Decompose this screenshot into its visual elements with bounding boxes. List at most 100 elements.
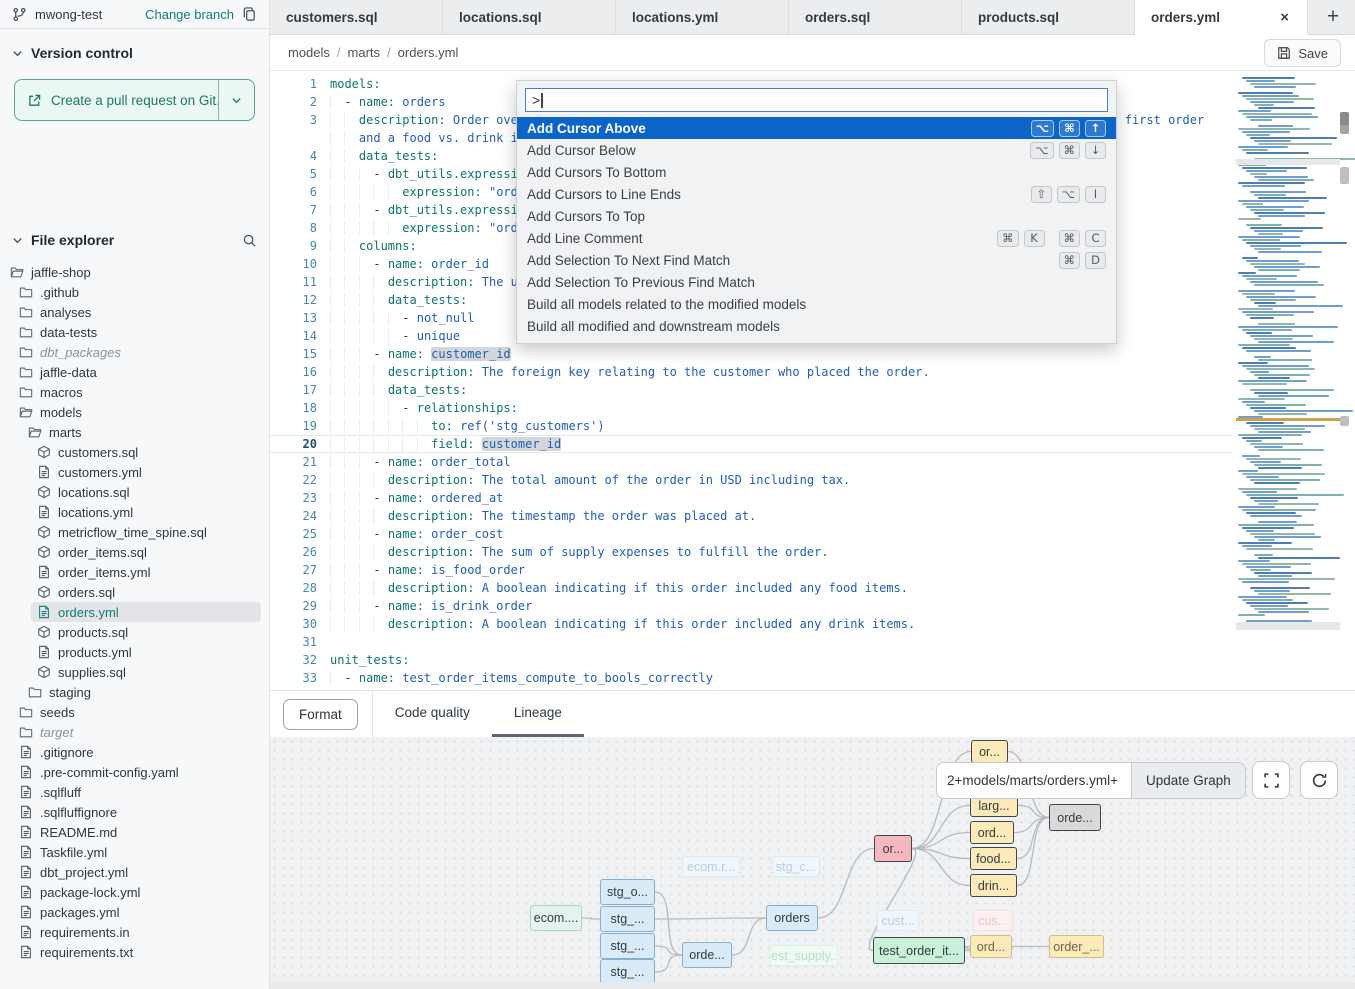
lineage-node-cus[interactable]: cus... [973,910,1013,931]
minimap-scrollbar-thumb[interactable] [1340,416,1349,426]
file-item-marts[interactable]: marts [0,422,269,442]
copy-icon[interactable] [242,7,257,22]
file-item-staging[interactable]: staging [0,682,269,702]
file-item-supplies.sql[interactable]: supplies.sql [0,662,269,682]
file-item-locations.yml[interactable]: locations.yml [0,502,269,522]
code-line[interactable]: 21 - name: order_total [270,453,1232,471]
breadcrumb-item-orders.yml[interactable]: orders.yml [398,45,459,60]
palette-item[interactable]: Add Selection To Next Find Match⌘D [517,249,1116,271]
code-line[interactable]: 33 - name: test_order_items_compute_to_b… [270,669,1232,687]
lineage-node-stg_[interactable]: stg_... [600,933,655,959]
lineage-node-food[interactable]: food... [970,847,1017,870]
lineage-node-test_supply[interactable]: test_supply... [770,945,838,966]
file-item-order_items.sql[interactable]: order_items.sql [0,542,269,562]
file-item-locations.sql[interactable]: locations.sql [0,482,269,502]
palette-item[interactable]: Add Cursor Above⌥⌘↑ [517,117,1116,139]
lineage-node-or[interactable]: or... [874,835,912,862]
code-line[interactable]: 24 description: The timestamp the order … [270,507,1232,525]
palette-item[interactable]: Build all modified and downstream models [517,315,1116,337]
file-item-analyses[interactable]: analyses [0,302,269,322]
lineage-node-orde[interactable]: orde... [1049,804,1101,831]
code-line[interactable]: 20 field: customer_id [270,435,1232,453]
tab-products.sql[interactable]: products.sql [962,0,1135,35]
close-tab-icon[interactable]: × [1278,9,1291,26]
file-item-jaffle-shop[interactable]: jaffle-shop [0,262,269,282]
file-item-seeds[interactable]: seeds [0,702,269,722]
horizontal-scrollbar[interactable] [270,982,1355,989]
bottom-tab-code-quality[interactable]: Code quality [373,691,492,737]
palette-item[interactable]: Add Selection To Previous Find Match [517,271,1116,293]
file-item-requirements.txt[interactable]: requirements.txt [0,942,269,962]
file-item-package-lock.yml[interactable]: package-lock.yml [0,882,269,902]
file-item-customers.yml[interactable]: customers.yml [0,462,269,482]
bottom-tab-lineage[interactable]: Lineage [492,691,584,737]
file-item-orders.sql[interactable]: orders.sql [0,582,269,602]
lineage-node-stg_o[interactable]: stg_o... [600,879,655,905]
file-item-dbt_project.yml[interactable]: dbt_project.yml [0,862,269,882]
file-item-dbt_packages[interactable]: dbt_packages [0,342,269,362]
lineage-selector-input[interactable] [937,763,1131,798]
file-item-.sqlfluff[interactable]: .sqlfluff [0,782,269,802]
code-line[interactable]: 31 [270,633,1232,651]
refresh-button[interactable] [1300,761,1338,799]
search-icon[interactable] [242,233,257,248]
code-line[interactable]: 15 - name: customer_id [270,345,1232,363]
file-item-requirements.in[interactable]: requirements.in [0,922,269,942]
file-item-packages.yml[interactable]: packages.yml [0,902,269,922]
minimap-scrollbar-thumb[interactable] [1340,125,1349,134]
code-line[interactable]: 23 - name: ordered_at [270,489,1232,507]
palette-item[interactable]: Build all models related to the modified… [517,293,1116,315]
tab-locations.yml[interactable]: locations.yml [616,0,789,35]
lineage-node-ord[interactable]: ord... [970,821,1014,844]
update-graph-button[interactable]: Update Graph [1131,763,1245,798]
file-explorer-header[interactable]: File explorer [0,218,269,258]
file-item-target[interactable]: target [0,722,269,742]
tab-orders.sql[interactable]: orders.sql [789,0,962,35]
palette-item[interactable]: Add Cursors To Top [517,205,1116,227]
code-line[interactable]: 17 data_tests: [270,381,1232,399]
file-item-products.yml[interactable]: products.yml [0,642,269,662]
lineage-node-ord[interactable]: ord... [970,935,1012,958]
file-item-customers.sql[interactable]: customers.sql [0,442,269,462]
command-palette-input[interactable]: > [525,88,1108,112]
palette-item[interactable]: Add Cursor Below⌥⌘↓ [517,139,1116,161]
code-line[interactable]: 18 - relationships: [270,399,1232,417]
file-item-orders.yml[interactable]: orders.yml [0,602,269,622]
lineage-node-or[interactable]: or... [971,740,1008,763]
minimap[interactable] [1234,71,1355,690]
breadcrumb-item-marts[interactable]: marts [348,45,381,60]
file-item-.github[interactable]: .github [0,282,269,302]
lineage-node-stg_c[interactable]: stg_c... [772,856,820,877]
lineage-node-order_[interactable]: order_... [1049,935,1104,958]
code-line[interactable]: 32unit_tests: [270,651,1232,669]
file-item-products.sql[interactable]: products.sql [0,622,269,642]
file-item-macros[interactable]: macros [0,382,269,402]
change-branch-link[interactable]: Change branch [145,7,234,22]
file-item-.pre-commit-config.yaml[interactable]: .pre-commit-config.yaml [0,762,269,782]
palette-item[interactable]: Add Line Comment⌘K⌘C [517,227,1116,249]
file-item-.gitignore[interactable]: .gitignore [0,742,269,762]
tab-orders.yml[interactable]: orders.yml× [1135,0,1308,35]
code-line[interactable]: 28 description: A boolean indicating if … [270,579,1232,597]
file-item-jaffle-data[interactable]: jaffle-data [0,362,269,382]
code-line[interactable]: 22 description: The total amount of the … [270,471,1232,489]
breadcrumb-item-models[interactable]: models [288,45,330,60]
file-item-README.md[interactable]: README.md [0,822,269,842]
lineage-node-ecom[interactable]: ecom.... [530,905,582,931]
code-line[interactable]: 16 description: The foreign key relating… [270,363,1232,381]
lineage-node-test_order_it[interactable]: test_order_it... [873,937,965,964]
lineage-node-drin[interactable]: drin... [970,874,1017,897]
save-button[interactable]: Save [1264,39,1341,67]
file-item-.sqlfluffignore[interactable]: .sqlfluffignore [0,802,269,822]
file-item-metricflow_time_spine.sql[interactable]: metricflow_time_spine.sql [0,522,269,542]
minimap-scrollbar-thumb[interactable] [1340,167,1349,184]
code-line[interactable]: 30 description: A boolean indicating if … [270,615,1232,633]
lineage-node-stg_[interactable]: stg_... [600,906,655,932]
pr-dropdown-chevron-icon[interactable] [218,80,254,120]
tab-locations.sql[interactable]: locations.sql [443,0,616,35]
create-pr-button[interactable]: Create a pull request on Git... [14,79,255,121]
version-control-header[interactable]: Version control [0,29,269,69]
code-line[interactable]: 19 to: ref('stg_customers') [270,417,1232,435]
lineage-node-cust[interactable]: cust... [877,910,919,931]
lineage-node-orders[interactable]: orders [766,905,818,931]
